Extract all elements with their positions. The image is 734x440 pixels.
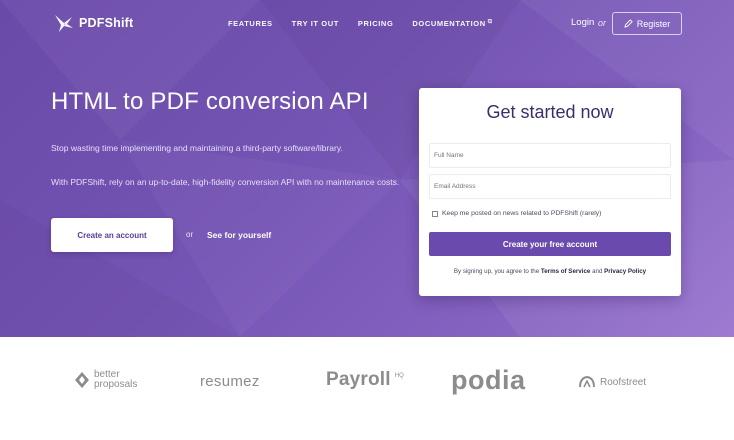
privacy-policy-link[interactable]: Privacy Policy xyxy=(604,268,646,275)
terms-text: By signing up, you agree to the Terms of… xyxy=(419,268,681,275)
resumez-logo: resumez xyxy=(200,373,260,390)
roofstreet-icon xyxy=(579,375,595,388)
nav-try-it-out[interactable]: TRY IT OUT xyxy=(292,19,339,28)
external-link-icon: ⧉ xyxy=(487,19,493,25)
see-for-yourself-link[interactable]: See for yourself xyxy=(207,230,271,240)
create-account-button[interactable]: Create an account xyxy=(51,218,173,252)
better-proposals-icon xyxy=(75,372,89,388)
email-input[interactable] xyxy=(429,174,671,199)
newsletter-label: Keep me posted on news related to PDFShi… xyxy=(442,210,602,217)
podia-logo: podia xyxy=(451,365,526,396)
resumez-text: resumez xyxy=(200,373,260,390)
terms-and: and xyxy=(592,268,603,275)
terms-prefix: By signing up, you agree to the xyxy=(453,268,540,275)
main-menu: FEATURES TRY IT OUT PRICING DOCUMENTATIO… xyxy=(228,19,493,28)
login-link[interactable]: Login xyxy=(571,17,594,28)
newsletter-checkbox[interactable] xyxy=(432,210,438,217)
payroll-hq-text: HQ xyxy=(394,373,404,379)
top-navigation: PDFShift FEATURES TRY IT OUT PRICING DOC… xyxy=(0,0,734,48)
register-label: Register xyxy=(636,18,671,29)
nav-features[interactable]: FEATURES xyxy=(228,19,273,28)
nav-or-text: or xyxy=(598,18,607,28)
signup-title: Get started now xyxy=(486,102,614,122)
cta-or-text: or xyxy=(186,230,194,239)
payroll-text: Payroll xyxy=(326,369,391,390)
better-proposals-logo: better proposals xyxy=(74,370,137,390)
podia-text: podia xyxy=(451,365,526,395)
hero-subtext-1: Stop wasting time implementing and maint… xyxy=(51,143,343,153)
nav-pricing[interactable]: PRICING xyxy=(358,19,393,28)
pencil-icon xyxy=(623,19,633,28)
terms-of-service-link[interactable]: Terms of Service xyxy=(541,268,590,275)
nav-documentation[interactable]: DOCUMENTATION ⧉ xyxy=(412,19,492,28)
newsletter-row: Keep me posted on news related to PDFShi… xyxy=(432,210,601,217)
register-button[interactable]: Register xyxy=(612,12,682,35)
hero-section: PDFShift FEATURES TRY IT OUT PRICING DOC… xyxy=(0,0,734,337)
signup-card: Get started now Keep me posted on news r… xyxy=(419,88,681,296)
roofstreet-logo: Roofstreet xyxy=(578,375,646,389)
hero-subtext-2: With PDFShift, rely on an up-to-date, hi… xyxy=(51,177,400,187)
roofstreet-text: Roofstreet xyxy=(600,376,647,388)
page-headline: HTML to PDF conversion API xyxy=(51,88,369,115)
nav-documentation-label: DOCUMENTATION xyxy=(412,19,486,28)
logo-text: PDFShift xyxy=(79,16,134,30)
bird-logo-icon xyxy=(55,15,73,32)
customer-logos: better proposals resumez Payroll HQ podi… xyxy=(0,337,734,440)
create-free-account-button[interactable]: Create your free account xyxy=(429,232,671,256)
payroll-hq-logo: Payroll HQ xyxy=(326,369,404,391)
better-proposals-line2: proposals xyxy=(94,379,138,390)
logo[interactable]: PDFShift xyxy=(53,12,133,34)
full-name-input[interactable] xyxy=(429,143,671,168)
